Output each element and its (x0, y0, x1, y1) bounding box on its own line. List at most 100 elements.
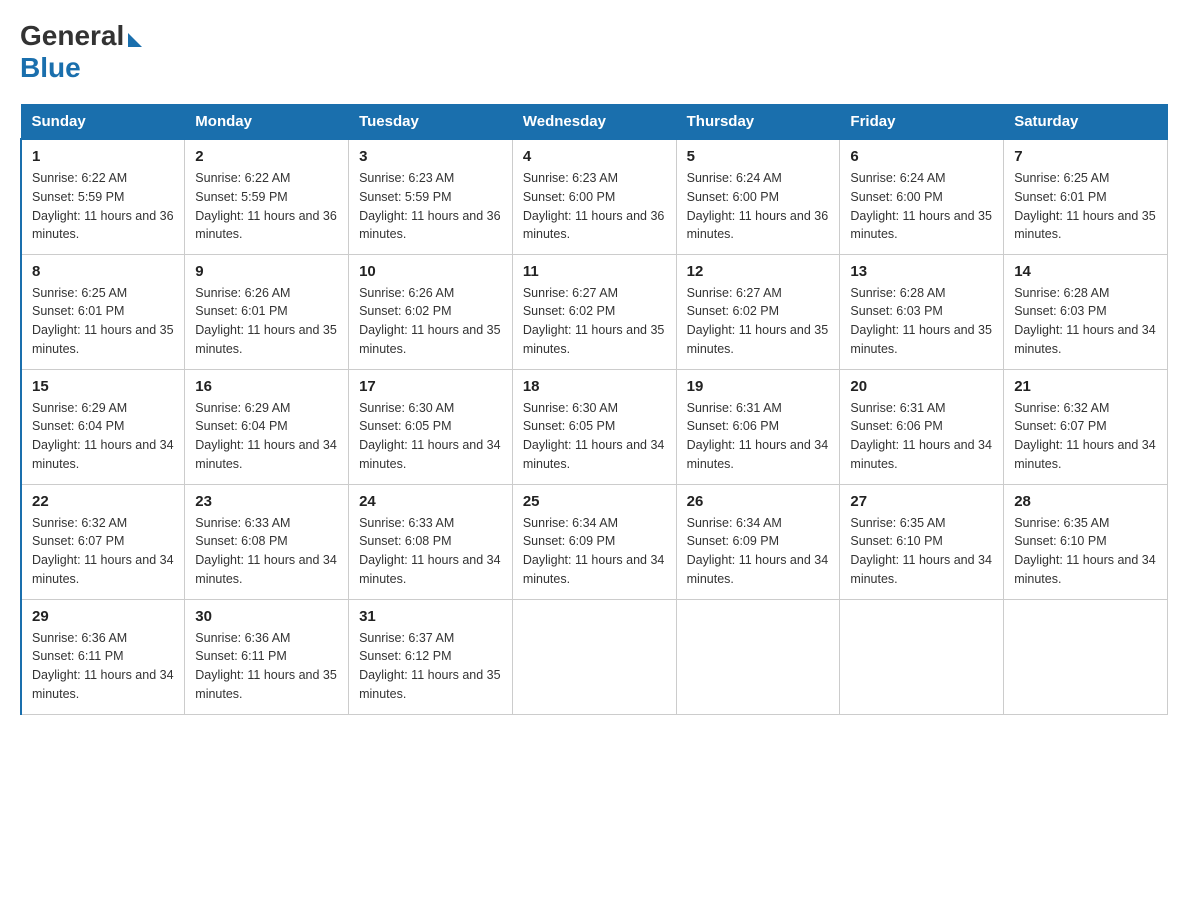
day-info: Sunrise: 6:32 AM Sunset: 6:07 PM Dayligh… (1014, 399, 1157, 474)
column-header-monday: Monday (185, 105, 349, 140)
day-info: Sunrise: 6:32 AM Sunset: 6:07 PM Dayligh… (32, 514, 174, 589)
calendar-cell: 2 Sunrise: 6:22 AM Sunset: 5:59 PM Dayli… (185, 139, 349, 254)
day-info: Sunrise: 6:23 AM Sunset: 6:00 PM Dayligh… (523, 169, 666, 244)
calendar-cell: 8 Sunrise: 6:25 AM Sunset: 6:01 PM Dayli… (21, 254, 185, 369)
calendar-cell: 22 Sunrise: 6:32 AM Sunset: 6:07 PM Dayl… (21, 484, 185, 599)
day-number: 24 (359, 493, 502, 510)
day-info: Sunrise: 6:25 AM Sunset: 6:01 PM Dayligh… (32, 284, 174, 359)
page-header: General Blue (20, 20, 1168, 84)
calendar-cell (512, 599, 676, 714)
day-number: 19 (687, 378, 830, 395)
calendar-cell: 20 Sunrise: 6:31 AM Sunset: 6:06 PM Dayl… (840, 369, 1004, 484)
day-info: Sunrise: 6:35 AM Sunset: 6:10 PM Dayligh… (850, 514, 993, 589)
day-info: Sunrise: 6:36 AM Sunset: 6:11 PM Dayligh… (195, 629, 338, 704)
calendar-cell (676, 599, 840, 714)
calendar-cell: 19 Sunrise: 6:31 AM Sunset: 6:06 PM Dayl… (676, 369, 840, 484)
day-number: 1 (32, 148, 174, 165)
day-number: 11 (523, 263, 666, 280)
calendar-cell: 4 Sunrise: 6:23 AM Sunset: 6:00 PM Dayli… (512, 139, 676, 254)
day-info: Sunrise: 6:27 AM Sunset: 6:02 PM Dayligh… (687, 284, 830, 359)
day-number: 14 (1014, 263, 1157, 280)
calendar-cell: 27 Sunrise: 6:35 AM Sunset: 6:10 PM Dayl… (840, 484, 1004, 599)
day-info: Sunrise: 6:28 AM Sunset: 6:03 PM Dayligh… (850, 284, 993, 359)
day-number: 25 (523, 493, 666, 510)
day-info: Sunrise: 6:29 AM Sunset: 6:04 PM Dayligh… (32, 399, 174, 474)
day-number: 10 (359, 263, 502, 280)
day-number: 27 (850, 493, 993, 510)
calendar-cell: 31 Sunrise: 6:37 AM Sunset: 6:12 PM Dayl… (349, 599, 513, 714)
calendar-cell: 26 Sunrise: 6:34 AM Sunset: 6:09 PM Dayl… (676, 484, 840, 599)
day-info: Sunrise: 6:31 AM Sunset: 6:06 PM Dayligh… (687, 399, 830, 474)
day-number: 2 (195, 148, 338, 165)
day-number: 26 (687, 493, 830, 510)
day-info: Sunrise: 6:30 AM Sunset: 6:05 PM Dayligh… (523, 399, 666, 474)
calendar-cell: 16 Sunrise: 6:29 AM Sunset: 6:04 PM Dayl… (185, 369, 349, 484)
calendar-cell (840, 599, 1004, 714)
calendar-cell: 24 Sunrise: 6:33 AM Sunset: 6:08 PM Dayl… (349, 484, 513, 599)
calendar-cell: 29 Sunrise: 6:36 AM Sunset: 6:11 PM Dayl… (21, 599, 185, 714)
day-info: Sunrise: 6:22 AM Sunset: 5:59 PM Dayligh… (195, 169, 338, 244)
day-info: Sunrise: 6:34 AM Sunset: 6:09 PM Dayligh… (523, 514, 666, 589)
calendar-cell: 9 Sunrise: 6:26 AM Sunset: 6:01 PM Dayli… (185, 254, 349, 369)
day-number: 3 (359, 148, 502, 165)
calendar-cell: 6 Sunrise: 6:24 AM Sunset: 6:00 PM Dayli… (840, 139, 1004, 254)
day-number: 4 (523, 148, 666, 165)
day-number: 28 (1014, 493, 1157, 510)
calendar-cell: 14 Sunrise: 6:28 AM Sunset: 6:03 PM Dayl… (1004, 254, 1168, 369)
calendar-cell: 18 Sunrise: 6:30 AM Sunset: 6:05 PM Dayl… (512, 369, 676, 484)
calendar-cell: 1 Sunrise: 6:22 AM Sunset: 5:59 PM Dayli… (21, 139, 185, 254)
day-number: 9 (195, 263, 338, 280)
column-header-wednesday: Wednesday (512, 105, 676, 140)
day-info: Sunrise: 6:37 AM Sunset: 6:12 PM Dayligh… (359, 629, 502, 704)
logo-blue-text: Blue (20, 52, 81, 84)
calendar-cell: 21 Sunrise: 6:32 AM Sunset: 6:07 PM Dayl… (1004, 369, 1168, 484)
day-number: 8 (32, 263, 174, 280)
calendar-cell: 10 Sunrise: 6:26 AM Sunset: 6:02 PM Dayl… (349, 254, 513, 369)
day-info: Sunrise: 6:23 AM Sunset: 5:59 PM Dayligh… (359, 169, 502, 244)
day-number: 7 (1014, 148, 1157, 165)
day-number: 15 (32, 378, 174, 395)
calendar-cell: 25 Sunrise: 6:34 AM Sunset: 6:09 PM Dayl… (512, 484, 676, 599)
day-info: Sunrise: 6:24 AM Sunset: 6:00 PM Dayligh… (850, 169, 993, 244)
day-info: Sunrise: 6:26 AM Sunset: 6:01 PM Dayligh… (195, 284, 338, 359)
day-number: 23 (195, 493, 338, 510)
calendar-cell: 15 Sunrise: 6:29 AM Sunset: 6:04 PM Dayl… (21, 369, 185, 484)
day-info: Sunrise: 6:26 AM Sunset: 6:02 PM Dayligh… (359, 284, 502, 359)
day-number: 17 (359, 378, 502, 395)
calendar-cell (1004, 599, 1168, 714)
calendar-cell: 28 Sunrise: 6:35 AM Sunset: 6:10 PM Dayl… (1004, 484, 1168, 599)
day-number: 21 (1014, 378, 1157, 395)
day-number: 22 (32, 493, 174, 510)
logo-arrow-icon (128, 33, 142, 47)
logo-general-text: General (20, 20, 124, 52)
day-info: Sunrise: 6:36 AM Sunset: 6:11 PM Dayligh… (32, 629, 174, 704)
calendar-cell: 23 Sunrise: 6:33 AM Sunset: 6:08 PM Dayl… (185, 484, 349, 599)
calendar-cell: 7 Sunrise: 6:25 AM Sunset: 6:01 PM Dayli… (1004, 139, 1168, 254)
calendar-cell: 3 Sunrise: 6:23 AM Sunset: 5:59 PM Dayli… (349, 139, 513, 254)
calendar-table: SundayMondayTuesdayWednesdayThursdayFrid… (20, 104, 1168, 715)
day-number: 6 (850, 148, 993, 165)
column-header-saturday: Saturday (1004, 105, 1168, 140)
day-info: Sunrise: 6:34 AM Sunset: 6:09 PM Dayligh… (687, 514, 830, 589)
day-number: 12 (687, 263, 830, 280)
day-number: 30 (195, 608, 338, 625)
day-info: Sunrise: 6:33 AM Sunset: 6:08 PM Dayligh… (195, 514, 338, 589)
day-info: Sunrise: 6:22 AM Sunset: 5:59 PM Dayligh… (32, 169, 174, 244)
day-number: 13 (850, 263, 993, 280)
day-number: 31 (359, 608, 502, 625)
day-info: Sunrise: 6:33 AM Sunset: 6:08 PM Dayligh… (359, 514, 502, 589)
logo: General Blue (20, 20, 142, 84)
calendar-cell: 17 Sunrise: 6:30 AM Sunset: 6:05 PM Dayl… (349, 369, 513, 484)
calendar-cell: 30 Sunrise: 6:36 AM Sunset: 6:11 PM Dayl… (185, 599, 349, 714)
column-header-sunday: Sunday (21, 105, 185, 140)
day-number: 5 (687, 148, 830, 165)
day-info: Sunrise: 6:30 AM Sunset: 6:05 PM Dayligh… (359, 399, 502, 474)
day-info: Sunrise: 6:29 AM Sunset: 6:04 PM Dayligh… (195, 399, 338, 474)
day-info: Sunrise: 6:24 AM Sunset: 6:00 PM Dayligh… (687, 169, 830, 244)
calendar-cell: 13 Sunrise: 6:28 AM Sunset: 6:03 PM Dayl… (840, 254, 1004, 369)
day-info: Sunrise: 6:31 AM Sunset: 6:06 PM Dayligh… (850, 399, 993, 474)
day-info: Sunrise: 6:27 AM Sunset: 6:02 PM Dayligh… (523, 284, 666, 359)
column-header-friday: Friday (840, 105, 1004, 140)
day-number: 20 (850, 378, 993, 395)
day-number: 16 (195, 378, 338, 395)
